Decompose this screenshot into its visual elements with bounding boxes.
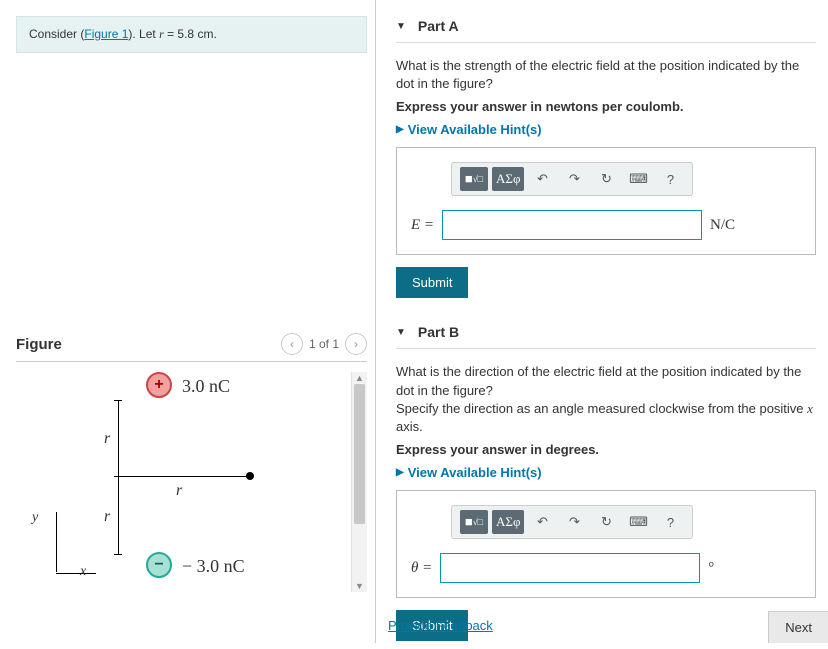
vertical-axis-line <box>118 400 119 554</box>
positive-charge-label: 3.0 nC <box>182 376 230 397</box>
prompt-prefix: Consider ( <box>29 27 84 41</box>
part-a-hints-label: View Available Hint(s) <box>408 122 542 137</box>
prompt-suffix: ). Let <box>128 27 159 41</box>
part-b-hints-toggle[interactable]: ▶ View Available Hint(s) <box>396 465 816 480</box>
part-b-unit: ° <box>708 560 714 577</box>
caret-right-icon: ▶ <box>396 124 404 135</box>
y-axis-label: y <box>32 510 38 526</box>
figure-scrollbar[interactable]: ▲ ▼ <box>351 372 367 592</box>
scroll-up-icon[interactable]: ▲ <box>352 372 367 384</box>
part-a-variable: E = <box>411 217 434 234</box>
negative-charge: − <box>146 552 172 578</box>
help-button[interactable]: ? <box>656 510 684 534</box>
part-a-unit: N/C <box>710 217 735 234</box>
horizontal-r-line <box>118 476 248 477</box>
undo-button[interactable]: ↶ <box>528 167 556 191</box>
part-b-toolbar: ■√□ ΑΣφ ↶ ↷ ↻ ⌨ ? <box>451 505 693 539</box>
part-b-header[interactable]: ▼ Part B <box>396 324 816 349</box>
r-label-bottom: r <box>104 508 110 526</box>
prompt-rest: = 5.8 cm. <box>164 27 217 41</box>
part-a-toolbar: ■√□ ΑΣφ ↶ ↷ ↻ ⌨ ? <box>451 162 693 196</box>
redo-button[interactable]: ↷ <box>560 510 588 534</box>
templates-button[interactable]: ■√□ <box>460 510 488 534</box>
part-b-answer-input[interactable] <box>440 553 700 583</box>
part-a-hints-toggle[interactable]: ▶ View Available Hint(s) <box>396 122 816 137</box>
problem-prompt: Consider (Figure 1). Let r = 5.8 cm. <box>16 16 367 53</box>
part-b-instruction: Express your answer in degrees. <box>396 442 816 457</box>
figure-next-button[interactable]: › <box>345 333 367 355</box>
figure-counter: 1 of 1 <box>309 337 339 351</box>
caret-down-icon: ▼ <box>396 327 406 338</box>
figure-panel: Figure ‹ 1 of 1 › + 3.0 nC − − 3.0 nC <box>16 333 367 592</box>
redo-button[interactable]: ↷ <box>560 167 588 191</box>
part-b-answer-box: ■√□ ΑΣφ ↶ ↷ ↻ ⌨ ? θ = ° <box>396 490 816 598</box>
figure-diagram: + 3.0 nC − − 3.0 nC r r r <box>26 372 326 582</box>
part-a-answer-input[interactable] <box>442 210 702 240</box>
undo-button[interactable]: ↶ <box>528 510 556 534</box>
figure-prev-button[interactable]: ‹ <box>281 333 303 355</box>
greek-button[interactable]: ΑΣφ <box>492 167 524 191</box>
templates-button[interactable]: ■√□ <box>460 167 488 191</box>
provide-feedback-link[interactable]: Provide Feedback <box>388 618 493 633</box>
part-a-title: Part A <box>418 18 459 34</box>
part-b-variable: θ = <box>411 560 432 577</box>
scroll-down-icon[interactable]: ▼ <box>352 580 367 592</box>
positive-charge: + <box>146 372 172 398</box>
part-a-submit-button[interactable]: Submit <box>396 267 468 298</box>
part-a-header[interactable]: ▼ Part A <box>396 18 816 43</box>
help-button[interactable]: ? <box>656 167 684 191</box>
figure-title: Figure <box>16 336 62 353</box>
keyboard-button[interactable]: ⌨ <box>624 167 652 191</box>
r-label-horizontal: r <box>176 482 182 500</box>
part-a-instruction: Express your answer in newtons per coulo… <box>396 99 816 114</box>
part-b-question: What is the direction of the electric fi… <box>396 363 816 436</box>
part-a: ▼ Part A What is the strength of the ele… <box>376 0 828 306</box>
caret-right-icon: ▶ <box>396 467 404 478</box>
y-axis <box>56 512 57 572</box>
keyboard-button[interactable]: ⌨ <box>624 510 652 534</box>
negative-charge-label: − 3.0 nC <box>182 556 245 577</box>
part-b-title: Part B <box>418 324 459 340</box>
caret-down-icon: ▼ <box>396 21 406 32</box>
figure-link[interactable]: Figure 1 <box>84 27 128 41</box>
reset-button[interactable]: ↻ <box>592 167 620 191</box>
part-a-answer-box: ■√□ ΑΣφ ↶ ↷ ↻ ⌨ ? E = N/C <box>396 147 816 255</box>
part-b-hints-label: View Available Hint(s) <box>408 465 542 480</box>
x-axis-label: x <box>80 564 86 580</box>
scroll-thumb[interactable] <box>354 384 365 524</box>
reset-button[interactable]: ↻ <box>592 510 620 534</box>
next-button[interactable]: Next <box>768 611 828 643</box>
part-a-question: What is the strength of the electric fie… <box>396 57 816 93</box>
part-b: ▼ Part B What is the direction of the el… <box>376 306 828 649</box>
greek-button[interactable]: ΑΣφ <box>492 510 524 534</box>
x-axis <box>56 573 96 574</box>
r-label-top: r <box>104 430 110 448</box>
